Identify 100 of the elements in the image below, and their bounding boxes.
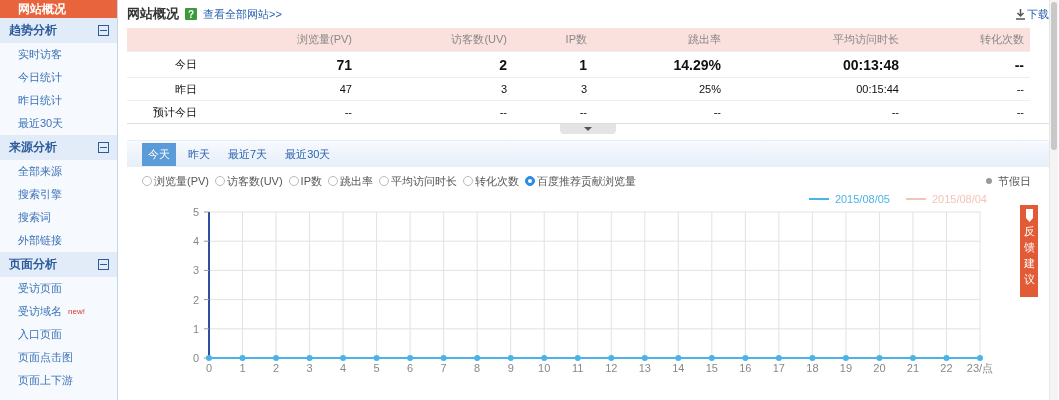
help-icon[interactable]: ? [185,8,197,20]
sidebar-link[interactable]: 实时访客 [18,47,62,62]
sidebar-link[interactable]: 搜索词 [18,210,51,225]
data-point [608,355,615,361]
y-tick-label: 3 [192,264,199,277]
radio-button[interactable] [525,176,535,186]
data-point [876,355,883,361]
sidebar-link[interactable]: 昨日统计 [18,93,62,108]
sidebar-link[interactable]: 页面点击图 [18,350,73,365]
data-point [541,355,548,361]
table-cell: 3 [513,77,593,100]
data-point [943,355,950,361]
data-point [641,355,648,361]
y-tick-label: 1 [192,322,199,335]
collapse-icon[interactable] [98,142,109,153]
radio-label[interactable]: 访客数(UV) [227,173,283,189]
table-cell: 1 [513,51,593,77]
table-cell: -- [203,100,358,123]
download-link[interactable]: 下载 [1016,6,1049,22]
y-tick-label: 0 [192,352,199,364]
x-tick-label: 8 [474,362,481,374]
collapse-icon[interactable] [98,259,109,270]
collapse-icon[interactable] [98,25,109,36]
table-cell: -- [593,100,727,123]
sidebar-link[interactable]: 页面上下游 [18,373,73,388]
y-tick-label: 2 [192,293,199,306]
feedback-button[interactable]: 反馈建议 [1020,205,1038,297]
sidebar-link[interactable]: 今日统计 [18,70,62,85]
period-tab[interactable]: 昨天 [182,142,216,166]
x-tick-label: 18 [806,362,819,374]
x-tick-label: 10 [538,362,551,374]
column-header: 访客数(UV) [358,28,513,51]
x-tick-label: 19 [839,362,853,374]
column-header: 转化次数 [905,28,1030,51]
view-all-sites-link[interactable]: 查看全部网站>> [203,6,282,22]
x-tick-label: 11 [572,362,584,374]
table-cell: 47 [203,77,358,100]
x-tick-label: 3 [306,362,313,374]
data-point [809,355,816,361]
period-tab[interactable]: 最近30天 [279,142,337,166]
sidebar-section-header[interactable]: 页面分析 [0,252,117,277]
x-tick-label: 4 [340,362,347,374]
data-point [574,355,581,361]
sidebar-link[interactable]: 外部链接 [18,233,62,248]
sidebar-link[interactable]: 受访域名 [18,304,62,319]
sidebar-link[interactable]: 搜索引擎 [18,187,62,202]
pencil-icon [1025,209,1033,222]
row-label: 昨日 [127,77,203,100]
x-tick-label: 16 [739,362,752,374]
table-cell: -- [513,100,593,123]
section-title: 页面分析 [9,256,57,273]
column-header: 跳出率 [593,28,727,51]
data-point [507,355,514,361]
legend-label: 节假日 [998,173,1031,189]
data-point [474,355,481,361]
x-tick-label: 14 [672,362,685,374]
x-tick-label: 0 [205,362,213,374]
table-cell: 14.29% [593,51,727,77]
data-point [675,355,682,361]
data-point [373,355,380,361]
radio-label[interactable]: IP数 [300,173,322,189]
period-tab[interactable]: 最近7天 [222,142,274,166]
sidebar-link[interactable]: 全部来源 [18,164,62,179]
table-cell: 71 [203,51,358,77]
radio-label[interactable]: 平均访问时长 [391,173,457,189]
sidebar-link[interactable]: 受访页面 [18,281,62,296]
column-header: 浏览量(PV) [203,28,358,51]
table-cell: 00:13:48 [727,51,905,77]
column-header: 平均访问时长 [727,28,905,51]
data-point [708,355,715,361]
data-point [742,355,749,361]
radio-label[interactable]: 转化次数 [475,173,519,189]
caret-icon [584,127,592,132]
data-point [306,355,313,361]
table-cell: 3 [358,77,513,100]
x-tick-label: 6 [407,362,414,374]
x-tick-label: 2 [273,362,280,374]
sidebar-section-header[interactable]: 趋势分析 [0,18,117,43]
sidebar-link[interactable]: 入口页面 [18,327,62,342]
radio-label[interactable]: 百度推荐贡献浏览量 [537,173,636,189]
sidebar-section-header[interactable]: 来源分析 [0,135,117,160]
x-tick-label: 9 [507,362,514,374]
sidebar-link[interactable]: 最近30天 [18,116,64,131]
radio-label[interactable]: 跳出率 [340,173,373,189]
data-point [440,355,447,361]
expand-handle[interactable] [560,124,616,134]
radio-label[interactable]: 浏览量(PV) [154,173,209,189]
table-cell: 2 [358,51,513,77]
row-label: 今日 [127,51,203,77]
download-icon [1016,8,1025,20]
data-point [340,355,347,361]
table-cell: -- [358,100,513,123]
period-tab[interactable]: 今天 [142,142,176,166]
data-point [775,355,782,361]
table-cell: -- [905,100,1030,123]
sidebar-item[interactable]: 网站概况 [0,0,117,18]
scrollbar[interactable] [1049,0,1058,400]
x-tick-label: 5 [373,362,380,374]
legend-label: 2015/08/05 [834,193,890,205]
new-label: new! [68,307,85,316]
